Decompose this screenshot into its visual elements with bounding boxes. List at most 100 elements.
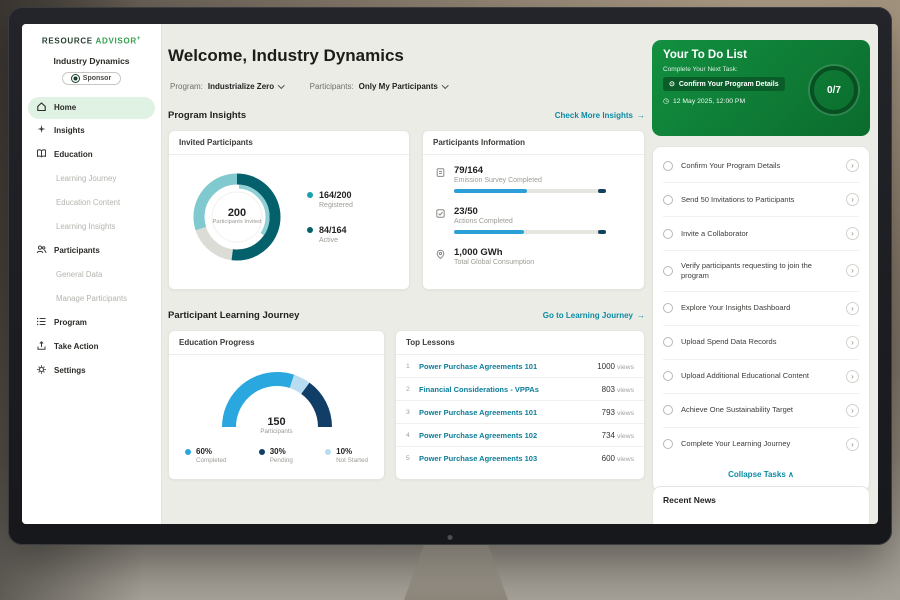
chevron-right-icon[interactable]: › [846,159,859,172]
logo-plus: + [137,36,141,42]
sponsor-label: Sponsor [83,75,111,82]
chevron-right-icon[interactable]: › [846,302,859,315]
sidebar-item-learning-insights[interactable]: Learning Insights [22,215,161,239]
legend-value: 10% [336,447,368,456]
task-row-3[interactable]: Invite a Collaborator › [663,217,859,251]
chevron-right-icon[interactable]: › [846,193,859,206]
chevron-right-icon[interactable]: › [846,336,859,349]
next-task-pill[interactable]: ⊙ Confirm Your Program Details [663,77,785,91]
task-row-9[interactable]: Complete Your Learning Journey › [663,428,859,461]
task-row-1[interactable]: Confirm Your Program Details › [663,149,859,183]
task-checkbox[interactable] [663,195,673,205]
task-label: Achieve One Sustainability Target [681,405,823,415]
legend-label: Pending [270,457,293,464]
lesson-title-link[interactable]: Financial Considerations - VPPAs [419,385,602,394]
emission-survey-progress-bar [454,189,606,193]
chevron-glyph: › [851,195,854,204]
lesson-row-4[interactable]: 4 Power Purchase Agreements 102 734views [396,424,644,447]
check-more-insights-link[interactable]: Check More Insights → [555,111,645,120]
task-row-4[interactable]: Verify participants requesting to join t… [663,251,859,292]
chevron-right-icon[interactable]: › [846,404,859,417]
chevron-right-icon[interactable]: › [846,370,859,383]
task-checkbox[interactable] [663,229,673,239]
program-filter-dropdown[interactable]: Program: Industrialize Zero [170,82,284,91]
task-checkbox[interactable] [663,371,673,381]
lesson-title-link[interactable]: Power Purchase Agreements 102 [419,431,602,440]
info-label: Actions Completed [454,218,606,225]
sidebar-item-insights[interactable]: Insights [22,119,161,143]
legend-item-completed: 60% Completed [185,447,226,464]
chevron-right-icon[interactable]: › [846,227,859,240]
lesson-row-2[interactable]: 2 Financial Considerations - VPPAs 803vi… [396,378,644,401]
legend-dot [307,227,313,233]
sidebar-item-general-data[interactable]: General Data [22,263,161,287]
todo-title: Your To Do List [663,49,859,61]
lesson-views-label: views [617,433,634,440]
task-checkbox[interactable] [663,405,673,415]
background: RESOURCE ADVISOR+ Industry Dynamics Spon… [0,0,900,600]
sidebar-item-participants[interactable]: Participants [22,239,161,263]
filters: Program: Industrialize Zero Participants… [170,82,447,91]
legend-label: Not Started [336,457,368,464]
sidebar-item-education[interactable]: Education [22,143,161,167]
sidebar-item-label: Education [54,150,93,159]
lesson-row-1[interactable]: 1 Power Purchase Agreements 101 1000view… [396,355,644,378]
lesson-title-link[interactable]: Power Purchase Agreements 103 [419,454,602,463]
sidebar-item-learning-journey[interactable]: Learning Journey [22,167,161,191]
sidebar-item-education-content[interactable]: Education Content [22,191,161,215]
legend-label: Completed [196,457,226,464]
chevron-right-icon[interactable]: › [846,438,859,451]
lesson-row-5[interactable]: 5 Power Purchase Agreements 103 600views [396,447,644,469]
task-checkbox[interactable] [663,161,673,171]
legend-item-not-started: 10% Not Started [325,447,368,464]
sidebar-item-label: General Data [56,270,102,279]
task-row-6[interactable]: Upload Spend Data Records › [663,326,859,360]
lesson-title-link[interactable]: Power Purchase Agreements 101 [419,408,602,417]
education-progress-gauge: 150 Participants [217,369,337,433]
task-label: Invite a Collaborator [681,229,823,239]
lesson-views-label: views [617,410,634,417]
task-checkbox[interactable] [663,303,673,313]
check-square-icon [435,206,446,234]
lesson-rank: 2 [406,386,419,393]
participants-filter-dropdown[interactable]: Participants: Only My Participants [310,82,448,91]
info-label: Emission Survey Completed [454,177,606,184]
todo-progress-ring: 0/7 [810,66,858,114]
task-row-2[interactable]: Send 50 Invitations to Participants › [663,183,859,217]
sidebar-item-home[interactable]: Home [28,97,155,119]
go-to-learning-journey-link[interactable]: Go to Learning Journey → [543,311,645,320]
chevron-right-icon[interactable]: › [846,264,859,277]
arrow-right-icon: → [637,311,645,320]
lesson-views-label: views [617,364,634,371]
home-icon [36,101,47,114]
task-row-8[interactable]: Achieve One Sustainability Target › [663,394,859,428]
task-checkbox[interactable] [663,266,673,276]
sidebar-item-take-action[interactable]: Take Action [22,335,161,359]
sidebar-item-label: Learning Journey [56,174,116,183]
sidebar-item-program[interactable]: Program [22,311,161,335]
invited-legend: 164/200 Registered 84/164 Active [307,190,353,244]
page-title: Welcome, Industry Dynamics [168,46,404,66]
lesson-title-link[interactable]: Power Purchase Agreements 101 [419,362,597,371]
lesson-views: 1000 [597,362,615,371]
recent-news-title: Recent News [663,495,859,505]
legend-item-active: 84/164 Active [307,225,353,244]
task-checkbox[interactable] [663,439,673,449]
legend-value: 84/164 [319,225,347,235]
task-label: Upload Additional Educational Content [681,371,823,381]
sidebar-item-manage-participants[interactable]: Manage Participants [22,287,161,311]
legend-dot [307,192,313,198]
task-checkbox[interactable] [663,337,673,347]
collapse-tasks-link[interactable]: Collapse Tasks ∧ [663,461,859,489]
task-row-5[interactable]: Explore Your Insights Dashboard › [663,292,859,326]
logo-primary: RESOURCE [42,37,93,46]
gauge-legend: 60% Completed 30% Pending [169,433,384,464]
sidebar-item-settings[interactable]: Settings [22,359,161,383]
card-title: Participants Information [423,131,644,155]
logo-secondary: ADVISOR [96,37,137,46]
dashboard-screen: RESOURCE ADVISOR+ Industry Dynamics Spon… [22,24,878,524]
lesson-row-3[interactable]: 3 Power Purchase Agreements 101 793views [396,401,644,424]
task-row-7[interactable]: Upload Additional Educational Content › [663,360,859,394]
list-icon [36,316,47,329]
legend-value: 164/200 [319,190,353,200]
